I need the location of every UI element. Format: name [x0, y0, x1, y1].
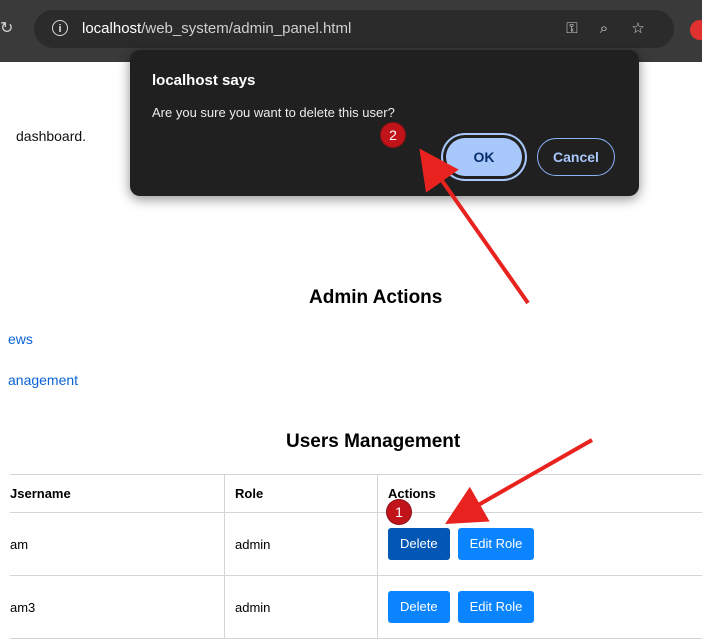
cell-actions: DeleteEdit Role	[378, 513, 702, 576]
edit-role-button[interactable]: Edit Role	[458, 528, 535, 560]
annotation-badge-1: 1	[387, 500, 411, 524]
cell-role: admin	[225, 576, 378, 639]
ok-button[interactable]: OK	[446, 138, 522, 176]
edit-role-button[interactable]: Edit Role	[458, 591, 535, 623]
dialog-message: Are you sure you want to delete this use…	[152, 105, 395, 120]
admin-actions-heading: Admin Actions	[309, 287, 442, 309]
header-role: Role	[225, 475, 378, 513]
users-table: Jsername Role Actions am admin DeleteEdi…	[10, 474, 702, 639]
delete-button[interactable]: Delete	[388, 591, 450, 623]
cell-actions: DeleteEdit Role	[378, 576, 702, 639]
header-actions: Actions	[378, 475, 702, 513]
cell-role: admin	[225, 513, 378, 576]
extension-icon[interactable]	[690, 20, 702, 40]
url-text[interactable]: localhost/web_system/admin_panel.html	[82, 20, 351, 37]
link-management[interactable]: anagement	[8, 372, 78, 388]
dialog-title: localhost says	[152, 72, 255, 89]
delete-button[interactable]: Delete	[388, 528, 450, 560]
annotation-badge-2: 2	[381, 123, 405, 147]
star-icon[interactable]: ☆	[628, 19, 648, 39]
reload-icon[interactable]: ↻	[0, 18, 12, 40]
header-username: Jsername	[10, 475, 225, 513]
table-row: am admin DeleteEdit Role	[10, 513, 702, 576]
url-host: localhost	[82, 20, 141, 37]
table-header-row: Jsername Role Actions	[10, 475, 702, 513]
address-bar[interactable]: i localhost/web_system/admin_panel.html …	[34, 10, 674, 48]
table-row: am3 admin DeleteEdit Role	[10, 576, 702, 639]
cell-username: am	[10, 513, 225, 576]
confirm-dialog: localhost says Are you sure you want to …	[130, 50, 639, 196]
users-management-heading: Users Management	[286, 431, 460, 453]
cancel-button[interactable]: Cancel	[537, 138, 615, 176]
url-path: /web_system/admin_panel.html	[141, 20, 351, 37]
dashboard-text: dashboard.	[16, 128, 86, 144]
link-views[interactable]: ews	[8, 331, 33, 347]
info-icon[interactable]: i	[52, 20, 68, 36]
zoom-icon[interactable]: ⌕	[594, 19, 614, 39]
key-icon[interactable]: ⚿	[562, 19, 582, 39]
cell-username: am3	[10, 576, 225, 639]
